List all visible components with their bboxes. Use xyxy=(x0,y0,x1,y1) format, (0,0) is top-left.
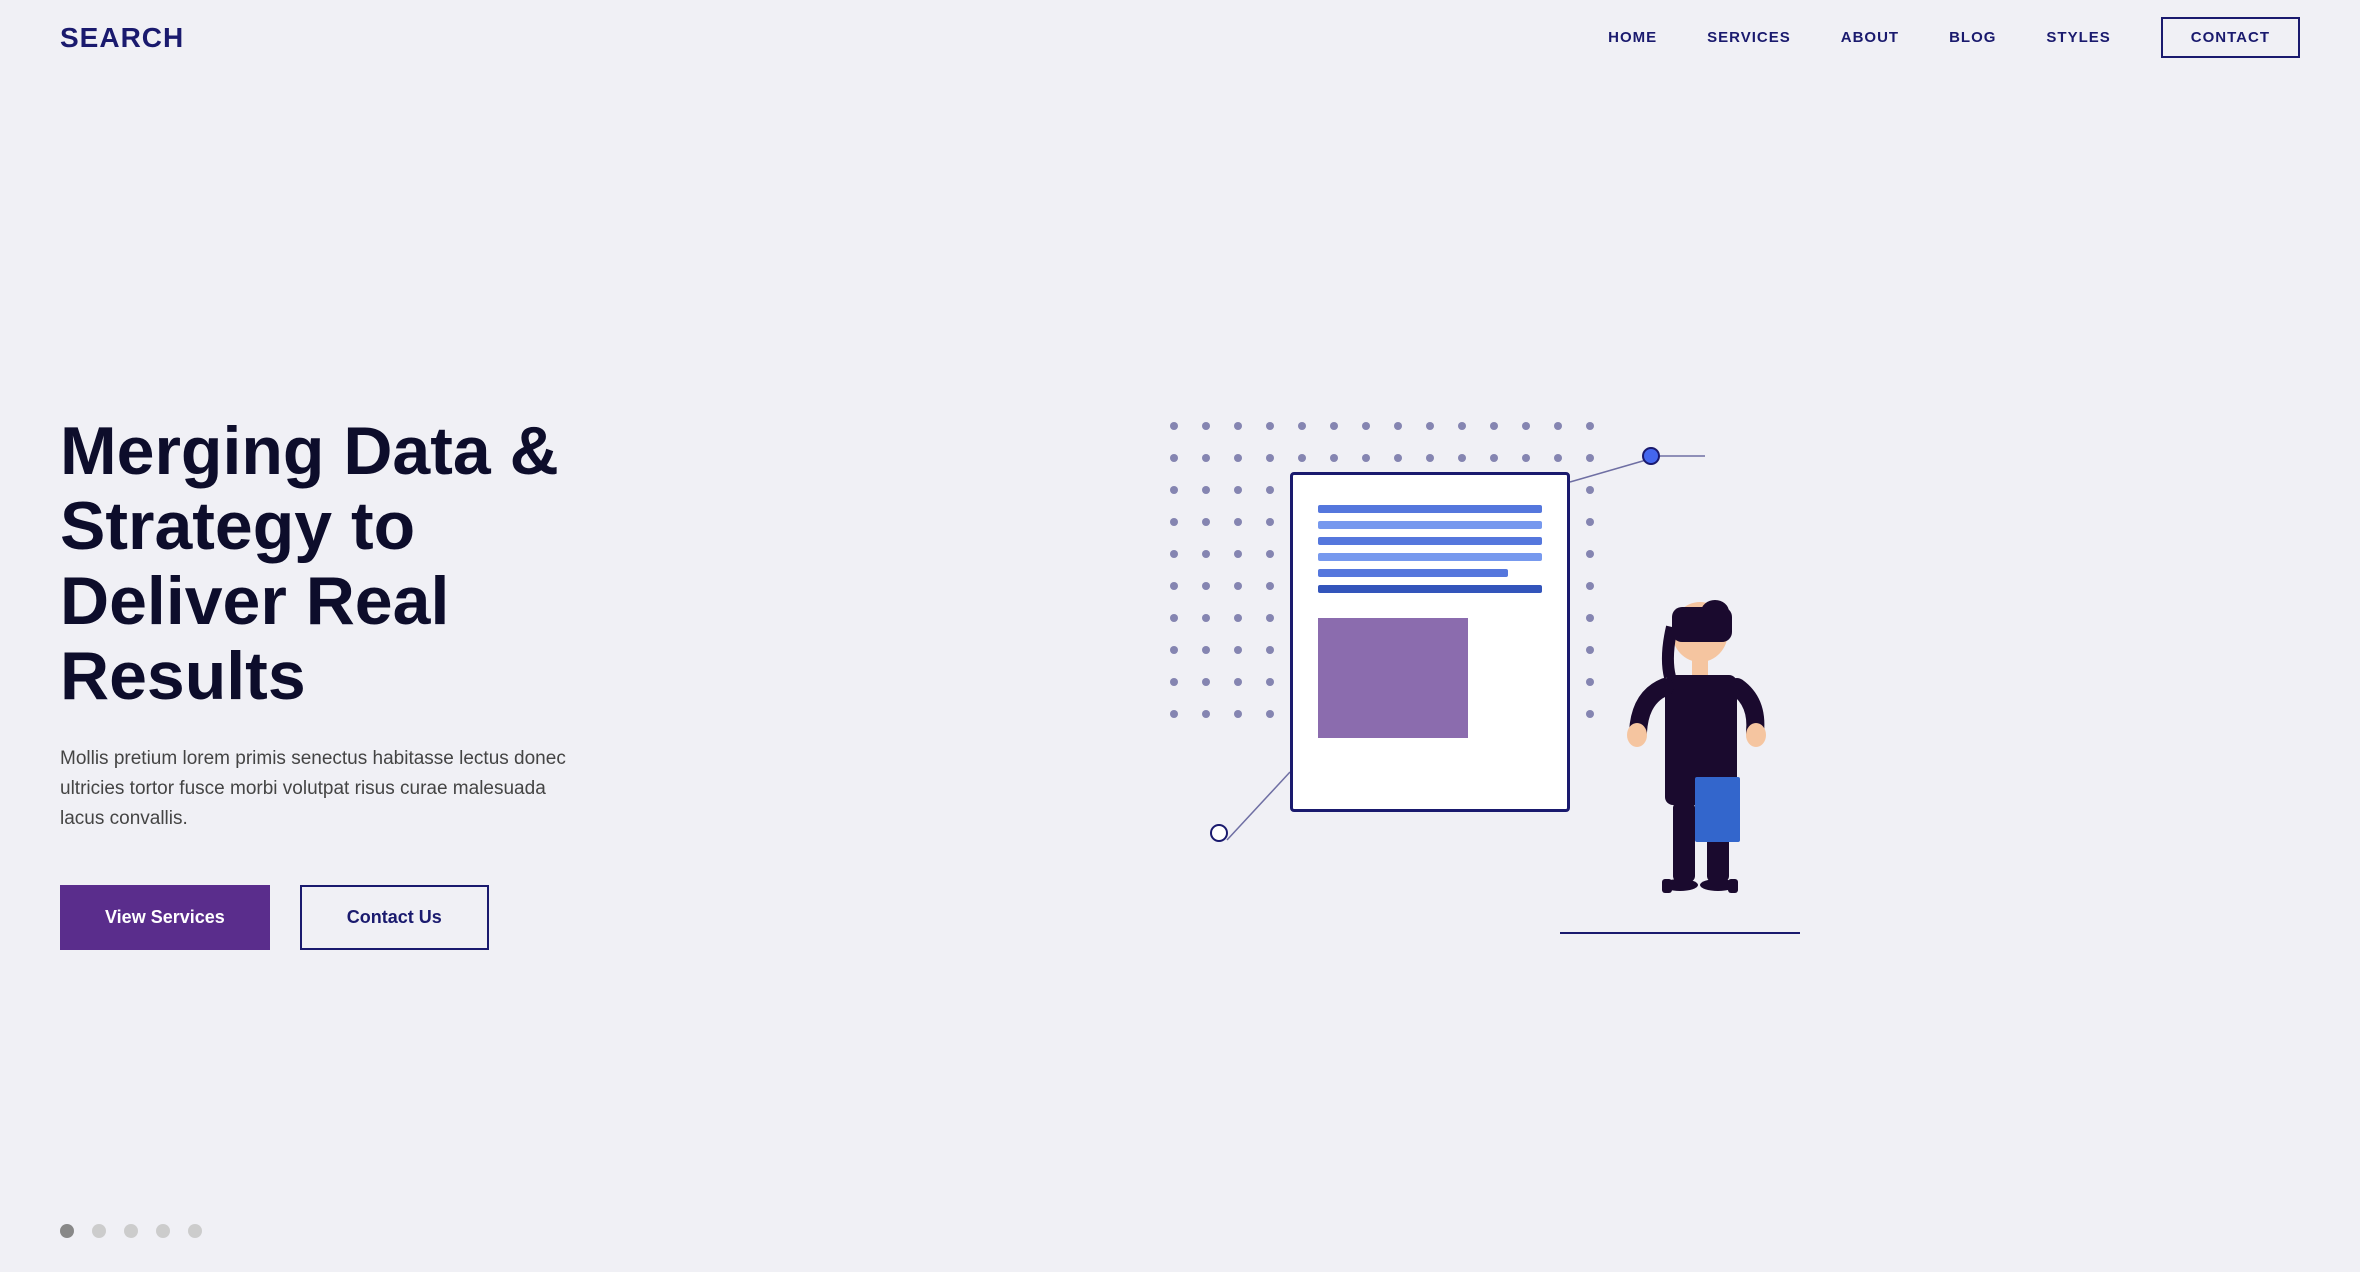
doc-line-2 xyxy=(1318,521,1542,529)
hero-subtitle: Mollis pretium lorem primis senectus hab… xyxy=(60,744,580,835)
pagination-dot-1[interactable] xyxy=(60,1224,74,1238)
doc-line-1 xyxy=(1318,505,1542,513)
site-logo[interactable]: SEARCH xyxy=(60,22,184,54)
view-services-button[interactable]: View Services xyxy=(60,885,270,950)
pagination-dot-3[interactable] xyxy=(124,1224,138,1238)
hero-section: Merging Data & Strategy to Deliver Real … xyxy=(0,76,2360,1268)
nav-item-about[interactable]: ABOUT xyxy=(1841,29,1899,47)
hero-title: Merging Data & Strategy to Deliver Real … xyxy=(60,414,640,713)
nav-item-services[interactable]: SERVICES xyxy=(1707,29,1791,47)
doc-line-3 xyxy=(1318,537,1542,545)
folder-shape xyxy=(1695,777,1740,842)
navbar: SEARCH HOME SERVICES ABOUT BLOG STYLES C… xyxy=(0,0,2360,76)
nav-link-blog[interactable]: BLOG xyxy=(1949,29,1996,46)
pagination-dot-5[interactable] xyxy=(188,1224,202,1238)
nav-item-blog[interactable]: BLOG xyxy=(1949,29,1996,47)
pagination-dot-2[interactable] xyxy=(92,1224,106,1238)
pagination-dots xyxy=(60,1224,202,1238)
nav-link-services[interactable]: SERVICES xyxy=(1707,29,1791,46)
nav-link-home[interactable]: HOME xyxy=(1608,29,1657,46)
nav-link-styles[interactable]: STYLES xyxy=(2046,29,2110,46)
pagination-dot-4[interactable] xyxy=(156,1224,170,1238)
circle-indicator-top xyxy=(1642,447,1660,465)
nav-item-styles[interactable]: STYLES xyxy=(2046,29,2110,47)
nav-item-contact[interactable]: CONTACT xyxy=(2161,29,2300,47)
person-svg xyxy=(1610,587,1790,927)
hero-content: Merging Data & Strategy to Deliver Real … xyxy=(60,414,640,949)
nav-item-home[interactable]: HOME xyxy=(1608,29,1657,47)
nav-link-about[interactable]: ABOUT xyxy=(1841,29,1899,46)
doc-box xyxy=(1318,618,1468,738)
doc-lines xyxy=(1318,505,1542,593)
doc-line-5 xyxy=(1318,569,1508,577)
nav-link-contact[interactable]: CONTACT xyxy=(2161,17,2300,58)
illustration-container: // Render dots (function() { const grid … xyxy=(1130,392,1810,972)
hero-buttons: View Services Contact Us xyxy=(60,885,640,950)
hero-illustration: // Render dots (function() { const grid … xyxy=(640,382,2300,982)
circle-indicator-bottom xyxy=(1210,824,1228,842)
nav-links: HOME SERVICES ABOUT BLOG STYLES CONTACT xyxy=(1608,29,2300,47)
doc-line-6 xyxy=(1318,585,1542,593)
contact-us-button[interactable]: Contact Us xyxy=(300,885,489,950)
ground-line xyxy=(1560,932,1800,934)
doc-line-4 xyxy=(1318,553,1542,561)
person-figure xyxy=(1610,587,1790,932)
document-card xyxy=(1290,472,1570,812)
